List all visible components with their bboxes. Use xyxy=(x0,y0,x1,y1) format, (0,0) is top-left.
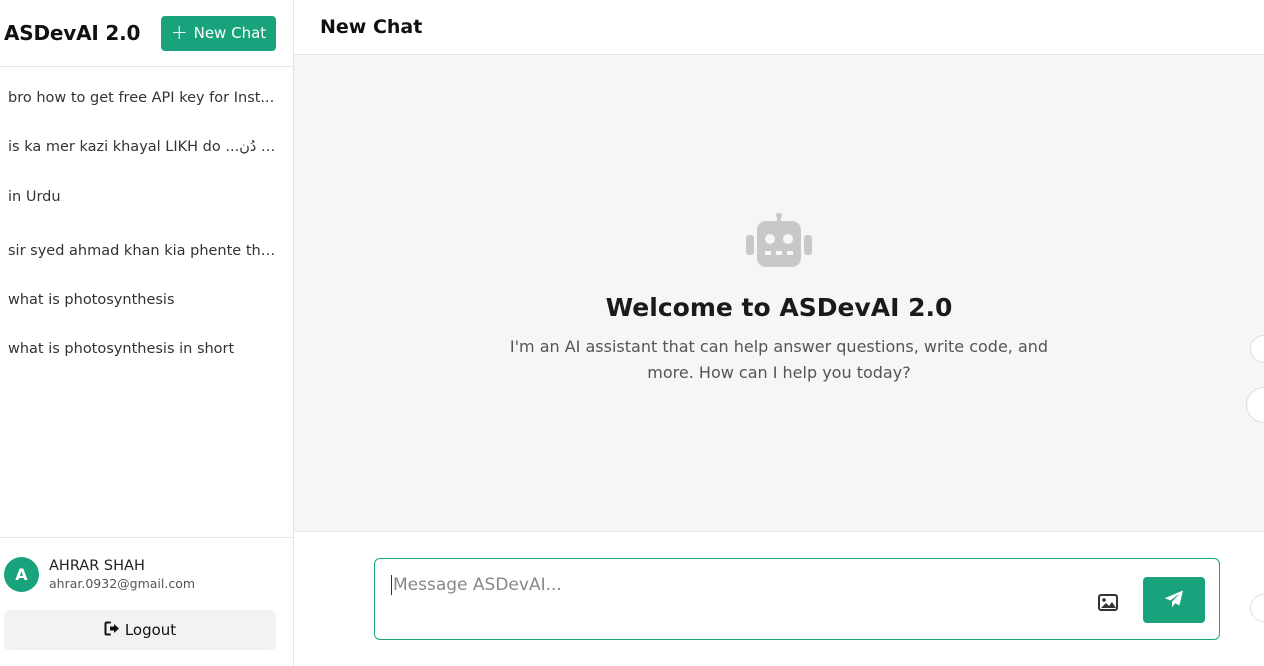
user-info: AHRAR SHAH ahrar.0932@gmail.com xyxy=(49,558,195,591)
chat-history-item[interactable]: is ka mer kazi khayal LIKH do ...اری دُن xyxy=(0,126,286,181)
chat-history-item[interactable]: what is photosynthesis in short xyxy=(0,328,286,377)
message-input[interactable] xyxy=(391,575,1071,595)
topbar: New Chat xyxy=(294,0,1264,55)
page-title: New Chat xyxy=(320,16,423,38)
chat-area[interactable]: Welcome to ASDevAI 2.0 I'm an AI assista… xyxy=(294,55,1264,532)
logout-label: Logout xyxy=(124,621,177,639)
sidebar-footer: A AHRAR SHAH ahrar.0932@gmail.com Logout xyxy=(0,537,293,666)
welcome-description: I'm an AI assistant that can help answer… xyxy=(509,337,1049,382)
user-email: ahrar.0932@gmail.com xyxy=(49,575,196,591)
sidebar: ASDevAI 2.0 + New Chat bro how to get fr… xyxy=(0,0,294,666)
edge-handle[interactable] xyxy=(1250,594,1264,622)
edge-handle[interactable] xyxy=(1246,387,1264,423)
edge-handle[interactable] xyxy=(1250,335,1264,363)
robot-icon xyxy=(745,212,813,273)
composer xyxy=(294,532,1264,666)
message-box xyxy=(374,558,1220,640)
sidebar-header: ASDevAI 2.0 + New Chat xyxy=(0,0,293,67)
new-chat-button[interactable]: + New Chat xyxy=(161,15,276,51)
user-profile: A AHRAR SHAH ahrar.0932@gmail.com xyxy=(4,546,276,602)
chat-history-item[interactable]: sir syed ahmad khan kia phente the... xyxy=(0,230,286,279)
chat-history-list: bro how to get free API key for Inst... … xyxy=(0,67,293,537)
new-chat-label: New Chat xyxy=(193,24,267,42)
user-name: AHRAR SHAH xyxy=(49,557,145,574)
welcome-title: Welcome to ASDevAI 2.0 xyxy=(605,293,953,322)
logout-button[interactable]: Logout xyxy=(4,610,276,650)
chat-history-item[interactable]: what is photosynthesis xyxy=(0,279,286,328)
chat-history-item[interactable]: bro how to get free API key for Inst... xyxy=(0,77,286,126)
avatar: A xyxy=(4,556,39,592)
image-icon[interactable] xyxy=(1097,591,1119,613)
send-button[interactable] xyxy=(1143,577,1205,623)
plus-icon: + xyxy=(170,20,188,44)
paper-plane-icon xyxy=(1164,590,1184,611)
app-root: ASDevAI 2.0 + New Chat bro how to get fr… xyxy=(0,0,1264,666)
sign-out-icon xyxy=(104,621,120,640)
chat-history-item[interactable]: in Urdu xyxy=(0,181,286,230)
app-brand: ASDevAI 2.0 xyxy=(4,21,141,45)
main-panel: New Chat Welcome to ASDevAI 2.0 I'm an A… xyxy=(294,0,1264,666)
